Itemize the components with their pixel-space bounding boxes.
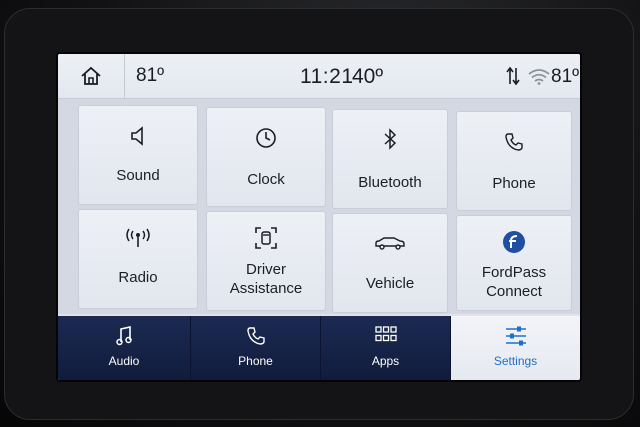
cabin-temperature: 40º bbox=[352, 65, 384, 88]
radio-antenna-icon bbox=[126, 228, 150, 247]
car-icon bbox=[375, 237, 405, 250]
tile-label: Phone bbox=[492, 175, 536, 192]
apps-grid-icon bbox=[374, 326, 397, 342]
outside-temperature: 81º bbox=[136, 65, 165, 86]
tile-label-line2: Connect bbox=[486, 283, 542, 300]
bluetooth-icon bbox=[384, 128, 397, 150]
speaker-icon bbox=[131, 126, 143, 146]
tile-label-line2: Assistance bbox=[229, 280, 303, 297]
settings-grid: Sound Clock Bluetooth Phone Radio Driver… bbox=[58, 99, 580, 356]
tile-label-line1: Driver bbox=[246, 261, 286, 278]
home-icon bbox=[81, 66, 101, 85]
tile-driver-assistance[interactable]: Driver Assistance bbox=[206, 211, 326, 311]
data-sync-icon bbox=[506, 66, 520, 86]
outside-temperature-right: 81º bbox=[551, 66, 580, 87]
driver-assist-icon bbox=[255, 227, 277, 249]
nav-label: Phone bbox=[238, 354, 273, 368]
clock-icon bbox=[256, 128, 276, 148]
nav-phone[interactable]: Phone bbox=[191, 316, 321, 380]
tile-label: Bluetooth bbox=[358, 174, 422, 191]
tile-sound[interactable]: Sound bbox=[78, 105, 198, 205]
nav-audio[interactable]: Audio bbox=[58, 316, 191, 380]
tile-bluetooth[interactable]: Bluetooth bbox=[332, 109, 448, 209]
tile-label: Sound bbox=[116, 167, 160, 184]
nav-label: Audio bbox=[108, 354, 140, 368]
tile-phone[interactable]: Phone bbox=[456, 111, 572, 211]
phone-icon bbox=[246, 327, 265, 345]
settings-sliders-icon bbox=[505, 326, 526, 346]
tile-label: Radio bbox=[118, 269, 158, 286]
music-note-icon bbox=[116, 326, 132, 346]
bottom-nav: Audio Phone Apps Settings bbox=[58, 316, 580, 380]
tile-fordpass-connect[interactable]: FordPass Connect bbox=[456, 215, 572, 311]
nav-label: Apps bbox=[371, 354, 400, 368]
status-bar: 81º 11:21 40º 81º bbox=[58, 54, 580, 99]
nav-label: Settings bbox=[493, 354, 538, 368]
tile-radio[interactable]: Radio bbox=[78, 209, 198, 309]
tile-label-line1: FordPass bbox=[481, 264, 547, 281]
home-button[interactable] bbox=[58, 54, 125, 98]
fordpass-icon bbox=[503, 231, 525, 253]
phone-icon bbox=[505, 133, 523, 151]
wifi-icon bbox=[528, 69, 550, 85]
infotainment-screen: 81º 11:21 40º 81º Sound Clock Bluetooth … bbox=[58, 54, 580, 380]
tile-clock[interactable]: Clock bbox=[206, 107, 326, 207]
tile-vehicle[interactable]: Vehicle bbox=[332, 213, 448, 313]
tile-label: Clock bbox=[247, 171, 285, 188]
nav-settings[interactable]: Settings bbox=[451, 316, 580, 380]
nav-apps[interactable]: Apps bbox=[321, 316, 451, 380]
tile-label: Vehicle bbox=[365, 275, 415, 292]
clock-time: 11:21 bbox=[300, 65, 354, 88]
